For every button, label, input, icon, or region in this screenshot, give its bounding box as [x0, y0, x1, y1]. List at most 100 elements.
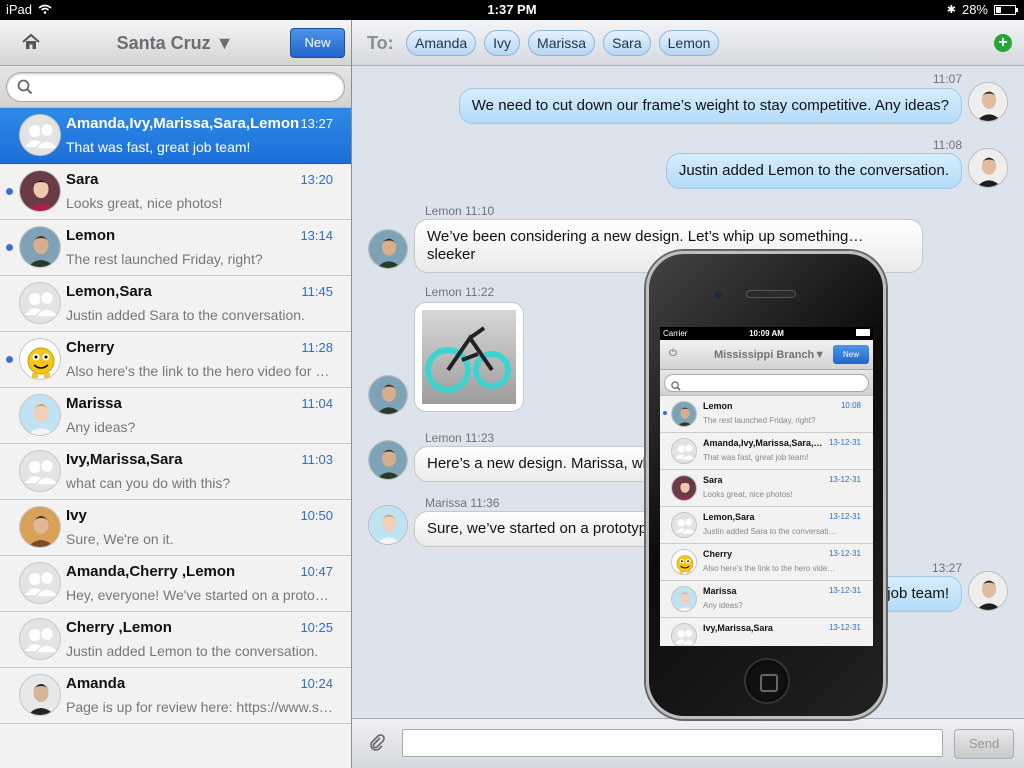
conversation-time: 13-12-31	[828, 586, 861, 595]
iphone-status-bar: Carrier 10:09 AM	[660, 327, 873, 340]
conversation-preview: Looks great, nice photos!	[66, 195, 223, 211]
conversation-preview: That was fast, great job team!	[703, 453, 809, 462]
iphone-conversation-row[interactable]: Lemon 10:08 The rest launched Friday, righ…	[660, 396, 873, 433]
conversation-name: Marissa	[66, 395, 122, 412]
conversation-list: Amanda,Ivy,Marissa,Sara,Lemon 13:27 That w…	[0, 108, 351, 724]
conversation-time: 13-12-31	[828, 512, 861, 521]
conversation-preview: Justin added Sara to the conversati…	[703, 527, 837, 536]
bicycle-photo	[422, 310, 516, 404]
conversation-row[interactable]: Lemon 13:14 The rest launched Friday, righ…	[0, 220, 351, 276]
conversation-time: 11:03	[301, 452, 333, 467]
recipient-chip[interactable]: Amanda	[406, 30, 477, 56]
avatar	[19, 394, 61, 436]
iphone-conversation-row[interactable]: Marissa 13-12-31 Any ideas?	[660, 581, 873, 618]
conversation-name: Cherry ,Lemon	[66, 619, 172, 636]
conversation-row[interactable]: Lemon,Sara 11:45 Justin added Sara to the …	[0, 276, 351, 332]
conversation-preview: Sure, We're on it.	[66, 531, 174, 547]
conversation-row[interactable]: Cherry 11:28 Also here's the link to the h…	[0, 332, 351, 388]
message-input[interactable]	[402, 729, 943, 757]
recipient-chip[interactable]: Lemon	[658, 30, 720, 56]
clock: 1:37 PM	[487, 2, 537, 17]
message-bubble-outgoing[interactable]: Justin added Lemon to the conversation.	[665, 153, 962, 189]
conversation-time: 11:28	[301, 340, 333, 355]
conversation-preview: Looks great, nice photos!	[703, 490, 793, 499]
message-timestamp: 11:07	[932, 72, 962, 86]
iphone-search-input[interactable]	[664, 374, 869, 392]
message-composer: Send	[352, 718, 1024, 768]
avatar	[671, 438, 697, 464]
avatar	[19, 674, 61, 716]
conversation-row[interactable]: Cherry ,Lemon 10:25 Justin added Lemon to …	[0, 612, 351, 668]
avatar	[19, 338, 61, 380]
conversation-row[interactable]: Ivy,Marissa,Sara 11:03 what can you do wit…	[0, 444, 351, 500]
conversation-time: 10:08	[840, 401, 861, 410]
avatar	[19, 450, 61, 492]
iphone-conversation-row[interactable]: Cherry 13-12-31 Also here's the link to th…	[660, 544, 873, 581]
iphone-conversation-row[interactable]: Sara 13-12-31 Looks great, nice photos!	[660, 470, 873, 507]
avatar	[19, 226, 61, 268]
new-conversation-button[interactable]: New	[290, 28, 345, 58]
add-recipient-icon[interactable]: +	[994, 34, 1012, 52]
camera-icon	[714, 291, 722, 299]
avatar	[19, 282, 61, 324]
message-timestamp: Lemon 11:10	[425, 204, 495, 218]
message-bubble-outgoing[interactable]: We need to cut down our frame’s weight t…	[458, 88, 962, 124]
iphone-conversation-list: Lemon 10:08 The rest launched Friday, righ…	[660, 396, 873, 646]
avatar	[968, 148, 1008, 188]
avatar	[19, 170, 61, 212]
home-button[interactable]	[744, 658, 790, 704]
conversation-name: Lemon	[703, 401, 733, 411]
avatar	[968, 571, 1008, 611]
iphone-conversation-row[interactable]: Amanda,Ivy,Marissa,Sara,… 13-12-31 That wa…	[660, 433, 873, 470]
recipient-chips: Amanda Ivy Marissa Sara Lemon	[406, 30, 720, 56]
search-input[interactable]	[6, 72, 345, 102]
recipient-chip[interactable]: Marissa	[528, 30, 596, 56]
recipients-bar: To: Amanda Ivy Marissa Sara Lemon +	[352, 20, 1024, 66]
photo-attachment[interactable]	[414, 302, 524, 412]
conversation-time: 10:24	[300, 676, 333, 691]
attachment-icon[interactable]	[368, 733, 386, 751]
conversation-row[interactable]: Sara 13:20 Looks great, nice photos!	[0, 164, 351, 220]
recipient-chip[interactable]: Sara	[603, 30, 651, 56]
conversation-row[interactable]: Amanda,Cherry ,Lemon 10:47 Hey, everyone! …	[0, 556, 351, 612]
avatar	[368, 440, 408, 480]
iphone-location-selector[interactable]: Mississippi Branch▼	[714, 349, 825, 361]
avatar	[19, 562, 61, 604]
conversation-row[interactable]: Ivy 10:50 Sure, We're on it.	[0, 500, 351, 556]
conversation-name: Ivy,Marissa,Sara	[703, 623, 773, 633]
speaker-grille	[746, 290, 796, 298]
iphone-conversation-row[interactable]: Ivy,Marissa,Sara 13-12-31	[660, 618, 873, 646]
conversation-time: 13-12-31	[828, 438, 861, 447]
conversation-time: 13-12-31	[828, 623, 861, 632]
conversation-name: Lemon	[66, 227, 116, 244]
battery-icon	[856, 329, 870, 336]
status-bar: iPad 1:37 PM ✱ 28%	[0, 0, 1024, 20]
to-label: To:	[367, 33, 394, 53]
sidebar-header: Santa Cruz ▼ New	[0, 20, 351, 66]
avatar	[968, 82, 1008, 122]
conversation-list-pane: Santa Cruz ▼ New Amanda,Ivy,Marissa,Sara…	[0, 20, 351, 768]
conversation-row[interactable]: Marissa 11:04 Any ideas?	[0, 388, 351, 444]
iphone-search-bar	[660, 370, 873, 396]
home-icon[interactable]	[20, 32, 42, 52]
conversation-row[interactable]: Amanda 10:24 Page is up for review here: h…	[0, 668, 351, 724]
iphone-clock: 10:09 AM	[749, 329, 784, 338]
conversation-name: Amanda,Cherry ,Lemon	[66, 563, 236, 580]
power-icon[interactable]: ⏻	[669, 348, 678, 359]
conversation-name: Amanda,Ivy,Marissa,Sara,…	[703, 438, 823, 448]
conversation-name: Lemon,Sara	[703, 512, 755, 522]
conversation-row[interactable]: Amanda,Ivy,Marissa,Sara,Lemon 13:27 That w…	[0, 108, 351, 164]
location-selector[interactable]: Santa Cruz ▼	[80, 33, 270, 54]
conversation-time: 10:47	[300, 564, 333, 579]
conversation-time: 13:20	[300, 172, 333, 187]
conversation-time: 11:45	[301, 284, 333, 299]
conversation-time: 10:50	[300, 508, 333, 523]
iphone-new-button[interactable]: New	[833, 345, 869, 364]
message-timestamp: Lemon 11:22	[425, 285, 495, 299]
iphone-conversation-row[interactable]: Lemon,Sara 13-12-31 Justin added Sara to t…	[660, 507, 873, 544]
recipient-chip[interactable]: Ivy	[484, 30, 521, 56]
unread-dot	[6, 356, 13, 363]
send-button[interactable]: Send	[954, 729, 1014, 759]
search-icon	[17, 79, 33, 95]
conversation-preview: Justin added Sara to the conversation.	[66, 307, 305, 323]
